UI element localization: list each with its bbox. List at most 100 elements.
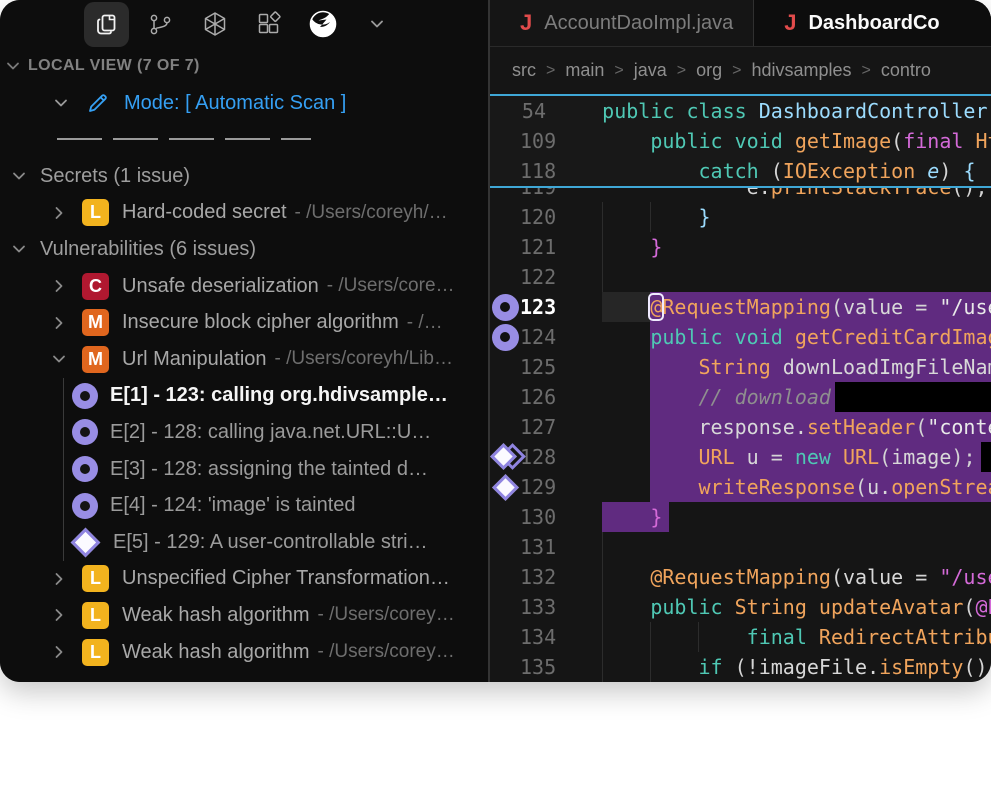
breadcrumb-item[interactable]: java xyxy=(634,60,667,81)
issue-row[interactable]: MInsecure block cipher algorithm- /… xyxy=(0,304,488,341)
cube-icon[interactable] xyxy=(192,2,237,47)
code-line[interactable]: 129 writeResponse(u.openStrea xyxy=(490,472,991,502)
event-marker-icon xyxy=(72,419,98,445)
code-line[interactable]: 109 public void getImage(final Ht xyxy=(490,126,991,156)
sanitizer-marker-icon xyxy=(71,527,101,557)
code-line[interactable]: 125 String downLoadImgFileNam xyxy=(490,352,991,382)
issue-label: Insecure block cipher algorithm xyxy=(122,311,399,334)
breadcrumb-item[interactable]: main xyxy=(565,60,604,81)
code-line[interactable]: 135 if (!imageFile.isEmpty() xyxy=(490,652,991,682)
java-file-icon: J xyxy=(520,10,532,36)
code-line[interactable]: 127 response.setHeader("conte xyxy=(490,412,991,442)
severity-badge: M xyxy=(82,309,109,336)
breadcrumb-item[interactable]: org xyxy=(696,60,722,81)
code-text: // download xyxy=(554,383,831,411)
severity-badge: L xyxy=(82,602,109,629)
issue-row[interactable]: LUnspecified Cipher Transformation… xyxy=(0,561,488,598)
scan-mode-row[interactable]: Mode: [ Automatic Scan ] xyxy=(0,84,488,122)
code-text: final RedirectAttribu xyxy=(554,623,991,651)
double-marker-icon[interactable] xyxy=(494,446,516,468)
line-body: final RedirectAttribu xyxy=(554,622,991,652)
code-gutter: 125 xyxy=(490,352,554,382)
issue-row[interactable]: LWeak hash algorithm- /Users/corey… xyxy=(0,597,488,634)
event-marker-icon[interactable] xyxy=(492,324,519,351)
editor-tab-accountdaoimpl-java[interactable]: JAccountDaoImpl.java xyxy=(490,0,754,46)
code-editor[interactable]: JAccountDaoImpl.javaJDashboardCo src > mai… xyxy=(490,0,991,682)
sanitizer-marker-icon[interactable] xyxy=(492,474,519,501)
event-row[interactable]: E[2] - 128: calling java.net.URL::U… xyxy=(0,414,488,451)
line-body: @RequestMapping(value = "/use xyxy=(554,292,991,322)
chevron-right-icon: > xyxy=(546,62,555,80)
code-text: public void getCreditCardImag xyxy=(554,323,991,351)
event-label: E[2] - 128: calling java.net.URL::U… xyxy=(110,421,431,444)
sticky-scroll[interactable]: 54 public class DashboardController109 p… xyxy=(490,96,991,186)
chevron-right-icon: > xyxy=(861,62,870,80)
breadcrumb-item[interactable]: contro xyxy=(881,60,931,81)
code-line[interactable]: 132 @RequestMapping(value = "/use xyxy=(490,562,991,592)
gutter-marker-slot xyxy=(490,202,520,232)
code-line[interactable]: 126 // download xyxy=(490,382,991,412)
local-view-header[interactable]: LOCAL VIEW (7 OF 7) xyxy=(0,48,488,84)
chevron-right-icon xyxy=(50,643,68,661)
clipped-code-line: 119 e.printStackTrace(); xyxy=(490,188,991,202)
scanner-logo-icon[interactable] xyxy=(300,2,345,47)
code-gutter: 135 xyxy=(490,652,554,682)
code-line[interactable]: 128 URL u = new URL(image); xyxy=(490,442,991,472)
gutter-marker-slot xyxy=(490,502,520,532)
gutter-marker-slot xyxy=(490,412,520,442)
app-window: LOCAL VIEW (7 OF 7) Mode: [ Automatic Sc… xyxy=(0,0,991,682)
code-line[interactable]: 121 } xyxy=(490,232,991,262)
severity-badge: M xyxy=(82,346,109,373)
issue-row[interactable]: MUrl Manipulation- /Users/coreyh/Lib… xyxy=(0,341,488,378)
code-line[interactable]: 124 public void getCreditCardImag xyxy=(490,322,991,352)
issue-path: - /Users/corey… xyxy=(318,604,455,626)
event-row[interactable]: E[5] - 129: A user-controllable stri… xyxy=(0,524,488,561)
event-row[interactable]: E[4] - 124: 'image' is tainted xyxy=(0,487,488,524)
issue-path: - /Users/coreyh/… xyxy=(295,202,448,224)
code-line[interactable]: 134 final RedirectAttribu xyxy=(490,622,991,652)
event-row[interactable]: E[3] - 128: assigning the tainted d… xyxy=(0,451,488,488)
chevron-right-icon: > xyxy=(732,62,741,80)
code-gutter: 128 xyxy=(490,442,554,472)
line-body: } xyxy=(554,502,991,532)
code-line[interactable]: 131 xyxy=(490,532,991,562)
code-line[interactable]: 119 e.printStackTrace(); xyxy=(490,188,991,202)
issue-row[interactable]: LWeak hash algorithm- /Users/corey… xyxy=(0,634,488,671)
event-marker-icon[interactable] xyxy=(492,294,519,321)
event-label: E[5] - 129: A user-controllable stri… xyxy=(113,531,428,554)
code-line[interactable]: 118 catch (IOException e) { xyxy=(490,156,991,186)
source-control-icon[interactable] xyxy=(138,2,183,47)
code-gutter: 120 xyxy=(490,202,554,232)
code-line[interactable]: 122 xyxy=(490,262,991,292)
section-label: Secrets (1 issue) xyxy=(40,165,190,188)
code-text: response.setHeader("conte xyxy=(554,413,991,441)
code-text: writeResponse(u.openStrea xyxy=(554,473,991,501)
sidebar-section-vulnerabilities[interactable]: Vulnerabilities (6 issues) xyxy=(0,231,488,268)
section-label: Vulnerabilities (6 issues) xyxy=(40,238,256,261)
event-marker-icon xyxy=(72,456,98,482)
files-icon[interactable] xyxy=(84,2,129,47)
sidebar-section-secrets[interactable]: Secrets (1 issue) xyxy=(0,158,488,195)
issue-row[interactable]: LHard-coded secret- /Users/coreyh/… xyxy=(0,195,488,232)
breadcrumb-item[interactable]: src xyxy=(512,60,536,81)
gutter-marker-slot xyxy=(490,442,520,472)
editor-tab-dashboardco[interactable]: JDashboardCo xyxy=(754,0,991,46)
severity-badge: L xyxy=(82,199,109,226)
code-line[interactable]: 133 public String updateAvatar(@P xyxy=(490,592,991,622)
code-body[interactable]: 120 }121 }122123 @RequestMapping(value =… xyxy=(490,202,991,682)
issue-row[interactable]: CUnsafe deserialization- /Users/core… xyxy=(0,268,488,305)
chevron-right-icon xyxy=(50,606,68,624)
code-line[interactable]: 54 public class DashboardController xyxy=(490,96,991,126)
code-line[interactable]: 123 @RequestMapping(value = "/use xyxy=(490,292,991,322)
chevron-down-icon[interactable] xyxy=(354,2,399,47)
event-row[interactable]: E[1] - 123: calling org.hdivsample… xyxy=(0,378,488,415)
extensions-icon[interactable] xyxy=(246,2,291,47)
code-line[interactable]: 120 } xyxy=(490,202,991,232)
code-gutter: 121 xyxy=(490,232,554,262)
line-body xyxy=(554,532,991,562)
breadcrumb-item[interactable]: hdivsamples xyxy=(751,60,851,81)
code-line[interactable]: 130 } xyxy=(490,502,991,532)
chevron-right-icon xyxy=(50,204,68,222)
code-gutter: 122 xyxy=(490,262,554,292)
code-gutter: 134 xyxy=(490,622,554,652)
